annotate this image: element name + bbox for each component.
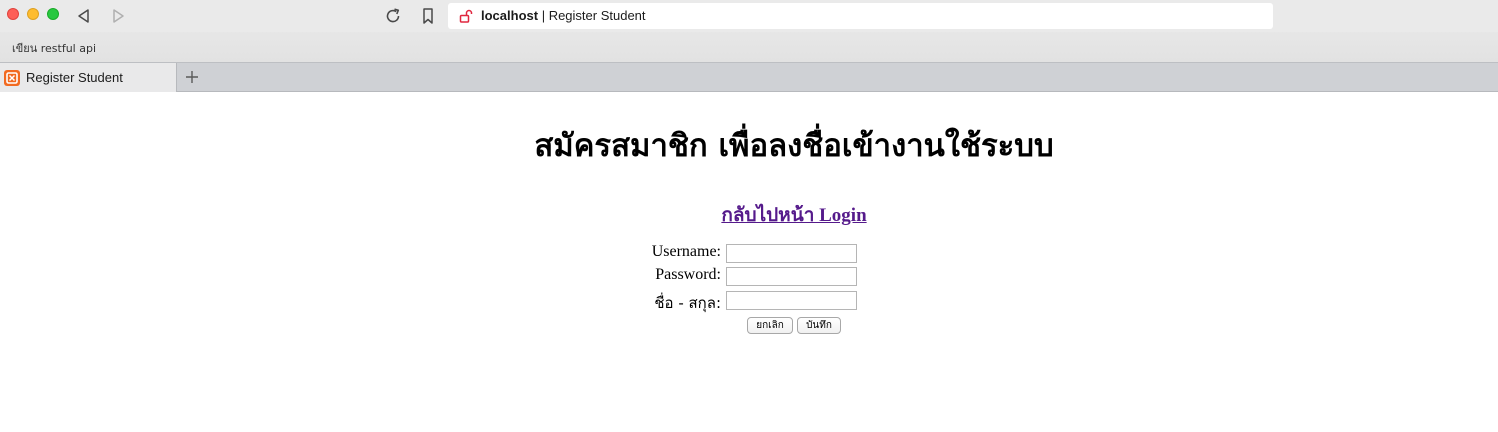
xampp-favicon-icon [4, 70, 20, 86]
bookmark-icon [423, 8, 433, 24]
forward-arrow-icon [113, 9, 124, 23]
address-host: localhost [481, 8, 539, 23]
bookmarks-bar: เขียน restful api [0, 32, 1498, 62]
username-label: Username: [651, 243, 721, 260]
address-bar[interactable]: localhost | Register Student [448, 3, 1273, 29]
browser-window: localhost | Register Student เขียน restf… [0, 0, 1498, 432]
insecure-lock-icon [459, 9, 473, 23]
username-input[interactable] [726, 244, 857, 263]
back-button[interactable] [74, 6, 94, 26]
reload-icon [386, 8, 400, 23]
window-close-icon[interactable] [7, 8, 19, 20]
save-button[interactable]: บันทึก [797, 317, 841, 334]
back-arrow-icon [78, 9, 89, 23]
browser-toolbar: localhost | Register Student [0, 0, 1498, 32]
forward-button[interactable] [108, 6, 128, 26]
page-content: สมัครสมาชิก เพื่อลงชื่อเข้างานใช้ระบบ กล… [0, 92, 1498, 432]
tab-bar: Register Student [0, 62, 1498, 92]
bookmark-button[interactable] [418, 6, 438, 26]
password-label: Password: [655, 266, 721, 283]
tab-register-student[interactable]: Register Student [0, 63, 177, 92]
address-page-title: Register Student [548, 8, 646, 23]
cancel-button[interactable]: ยกเลิก [747, 317, 793, 334]
page-title: สมัครสมาชิก เพื่อลงชื่อเข้างานใช้ระบบ [534, 128, 1054, 164]
fullname-input[interactable] [726, 291, 857, 310]
tab-title: Register Student [26, 70, 123, 85]
password-input[interactable] [726, 267, 857, 286]
reload-button[interactable] [383, 6, 403, 26]
back-to-login-link[interactable]: กลับไปหน้า Login [0, 200, 1498, 230]
fullname-label: ชื่อ - สกุล: [654, 294, 721, 312]
address-text: localhost | Register Student [481, 8, 646, 23]
address-separator: | [538, 8, 549, 23]
bookmark-item[interactable]: เขียน restful api [12, 39, 96, 57]
plus-icon [186, 71, 198, 83]
new-tab-button[interactable] [184, 69, 200, 85]
window-minimize-icon[interactable] [27, 8, 39, 20]
window-zoom-icon[interactable] [47, 8, 59, 20]
